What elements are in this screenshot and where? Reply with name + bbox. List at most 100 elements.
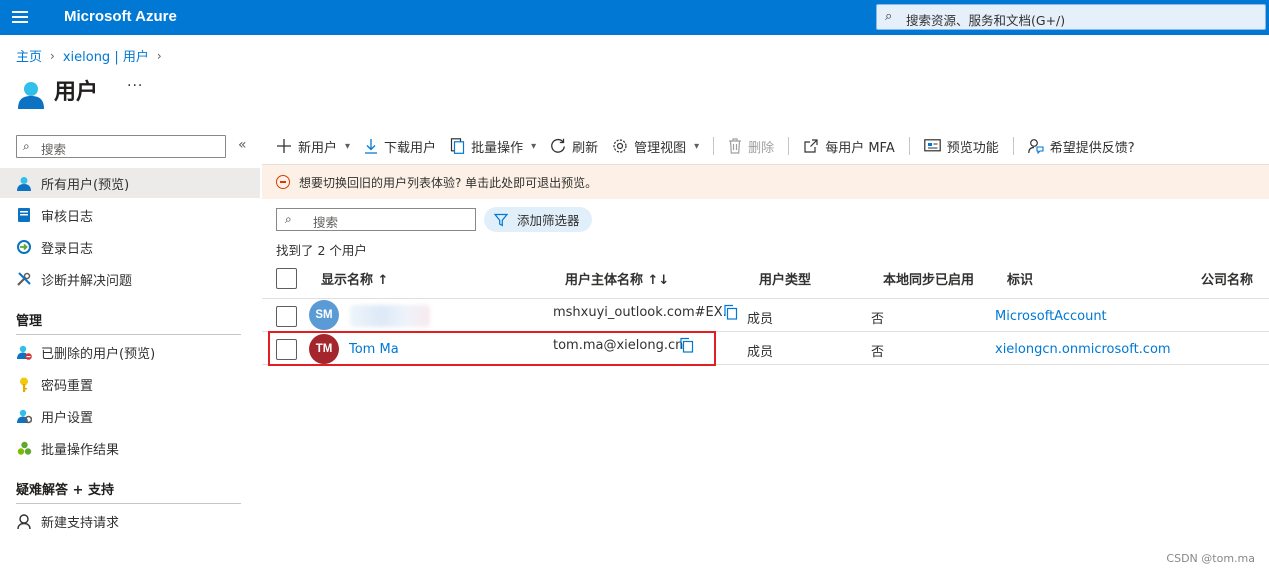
sidebar-item-label: 所有用户(预览) <box>41 177 130 193</box>
sidebar-item-label: 登录日志 <box>41 241 94 257</box>
table-row-divider <box>262 298 1269 299</box>
delete-button[interactable]: 删除 <box>728 137 774 156</box>
section-divider <box>16 334 241 335</box>
toolbar-divider <box>908 137 910 155</box>
sidebar-item-password-reset[interactable]: 密码重置 <box>0 369 260 399</box>
breadcrumb-tenant-users[interactable]: xielong | 用户 <box>63 46 149 65</box>
global-search-placeholder: 搜索资源、服务和文档(G+/) <box>906 13 1066 28</box>
top-bar: Microsoft Azure ⌕ 搜索资源、服务和文档(G+/) <box>0 0 1269 35</box>
result-count: 找到了 2 个用户 <box>276 243 367 258</box>
on-prem-sync-value: 否 <box>871 312 885 327</box>
avatar: SM <box>309 300 339 330</box>
sidebar-item-all-users[interactable]: 所有用户(预览) <box>0 168 260 198</box>
preview-features-icon <box>923 138 941 154</box>
filter-icon <box>494 213 508 227</box>
user-type: 成员 <box>747 312 774 327</box>
toolbar-divider <box>713 137 715 155</box>
per-user-mfa-button[interactable]: 每用户 MFA <box>803 137 895 156</box>
external-link-icon <box>803 138 819 154</box>
refresh-button[interactable]: 刷新 <box>550 137 598 156</box>
sidebar-search-placeholder: 搜索 <box>41 142 67 157</box>
new-user-label: 新用户 <box>298 140 338 156</box>
breadcrumb: 主页 › xielong | 用户 › <box>16 46 170 66</box>
sidebar-item-label: 用户设置 <box>41 410 94 426</box>
user-search-input[interactable]: ⌕ 搜索 <box>276 208 476 231</box>
sidebar-item-sign-in-logs[interactable]: 登录日志 <box>0 232 260 262</box>
manage-view-button[interactable]: 管理视图 ▾ <box>612 137 699 156</box>
sidebar-item-new-support-request[interactable]: 新建支持请求 <box>0 506 260 536</box>
preview-banner[interactable]: 想要切换回旧的用户列表体验? 单击此处即可退出预览。 <box>262 165 1269 199</box>
chevron-right-icon: › <box>50 48 55 63</box>
column-header-display-name[interactable]: 显示名称 ↑ <box>321 269 388 288</box>
sign-in-log-icon <box>16 239 32 255</box>
global-search-input[interactable]: ⌕ 搜索资源、服务和文档(G+/) <box>876 4 1266 30</box>
gear-icon <box>612 138 628 154</box>
collapse-sidebar-icon[interactable]: « <box>238 137 247 153</box>
key-icon <box>16 376 32 392</box>
download-users-label: 下载用户 <box>384 140 437 156</box>
column-header-identities[interactable]: 标识 <box>1007 269 1033 288</box>
column-header-upn[interactable]: 用户主体名称 ↑↓ <box>565 269 669 288</box>
breadcrumb-home[interactable]: 主页 <box>16 46 42 65</box>
search-icon: ⌕ <box>885 9 893 24</box>
bulk-operations-button[interactable]: 批量操作 ▾ <box>450 137 536 156</box>
per-user-mfa-label: 每用户 MFA <box>825 140 895 156</box>
sidebar-item-user-settings[interactable]: 用户设置 <box>0 401 260 431</box>
sidebar-search-input[interactable]: ⌕ 搜索 <box>16 135 226 158</box>
chevron-down-icon: ▾ <box>531 140 537 152</box>
chevron-right-icon: › <box>156 48 162 63</box>
user-icon <box>18 82 44 109</box>
feedback-button[interactable]: 希望提供反馈? <box>1027 137 1135 156</box>
preview-features-button[interactable]: 预览功能 <box>923 137 999 156</box>
user-icon <box>16 175 32 191</box>
deleted-user-icon <box>16 344 32 360</box>
add-filter-button[interactable]: 添加筛选器 <box>484 207 592 232</box>
bulk-operations-label: 批量操作 <box>471 140 524 156</box>
wrench-icon <box>16 271 32 287</box>
portal-brand[interactable]: Microsoft Azure <box>64 8 177 25</box>
hamburger-menu-icon[interactable] <box>12 11 28 23</box>
identity-link[interactable]: MicrosoftAccount <box>995 309 1107 324</box>
new-user-button[interactable]: 新用户 ▾ <box>276 137 350 156</box>
chevron-down-icon: ▾ <box>694 140 700 152</box>
column-header-company[interactable]: 公司名称 <box>1201 269 1253 288</box>
sidebar-item-deleted-users[interactable]: 已删除的用户(预览) <box>0 337 260 367</box>
refresh-icon <box>550 138 566 154</box>
feedback-label: 希望提供反馈? <box>1049 140 1135 156</box>
sidebar-item-label: 已删除的用户(预览) <box>41 346 156 362</box>
user-principal-name: mshxuyi_outlook.com#EX... <box>553 305 736 320</box>
copy-icon[interactable] <box>723 304 739 320</box>
chevron-down-icon: ▾ <box>345 140 351 152</box>
search-icon: ⌕ <box>285 212 292 226</box>
audit-log-icon <box>16 207 32 223</box>
section-divider <box>16 503 241 504</box>
redacted-display-name <box>350 305 430 327</box>
select-all-checkbox[interactable] <box>276 268 297 289</box>
refresh-label: 刷新 <box>572 140 599 156</box>
more-options-icon[interactable]: ··· <box>127 78 143 94</box>
on-prem-sync-value: 否 <box>871 345 885 360</box>
section-heading-manage: 管理 <box>16 314 43 329</box>
trash-icon <box>728 138 742 154</box>
watermark: CSDN @tom.ma <box>1166 552 1255 565</box>
add-filter-label: 添加筛选器 <box>517 213 580 228</box>
user-search-placeholder: 搜索 <box>313 215 339 230</box>
feedback-person-icon <box>1027 138 1044 154</box>
user-type: 成员 <box>747 345 774 360</box>
preview-features-label: 预览功能 <box>946 140 999 156</box>
download-users-button[interactable]: 下载用户 <box>364 137 436 156</box>
row-checkbox[interactable] <box>276 306 297 327</box>
column-header-on-prem-sync[interactable]: 本地同步已启用 <box>883 269 974 288</box>
identity-link[interactable]: xielongcn.onmicrosoft.com <box>995 342 1171 357</box>
download-icon <box>364 138 378 154</box>
highlight-annotation <box>268 331 716 366</box>
search-icon: ⌕ <box>23 139 30 153</box>
sidebar-item-diagnose[interactable]: 诊断并解决问题 <box>0 264 260 294</box>
sidebar-item-label: 诊断并解决问题 <box>41 273 133 289</box>
manage-view-label: 管理视图 <box>634 140 687 156</box>
sidebar-item-audit-logs[interactable]: 审核日志 <box>0 200 260 230</box>
column-header-user-type[interactable]: 用户类型 <box>759 269 811 288</box>
delete-label: 删除 <box>748 140 775 156</box>
bulk-results-icon <box>16 440 32 456</box>
sidebar-item-bulk-results[interactable]: 批量操作结果 <box>0 433 260 463</box>
